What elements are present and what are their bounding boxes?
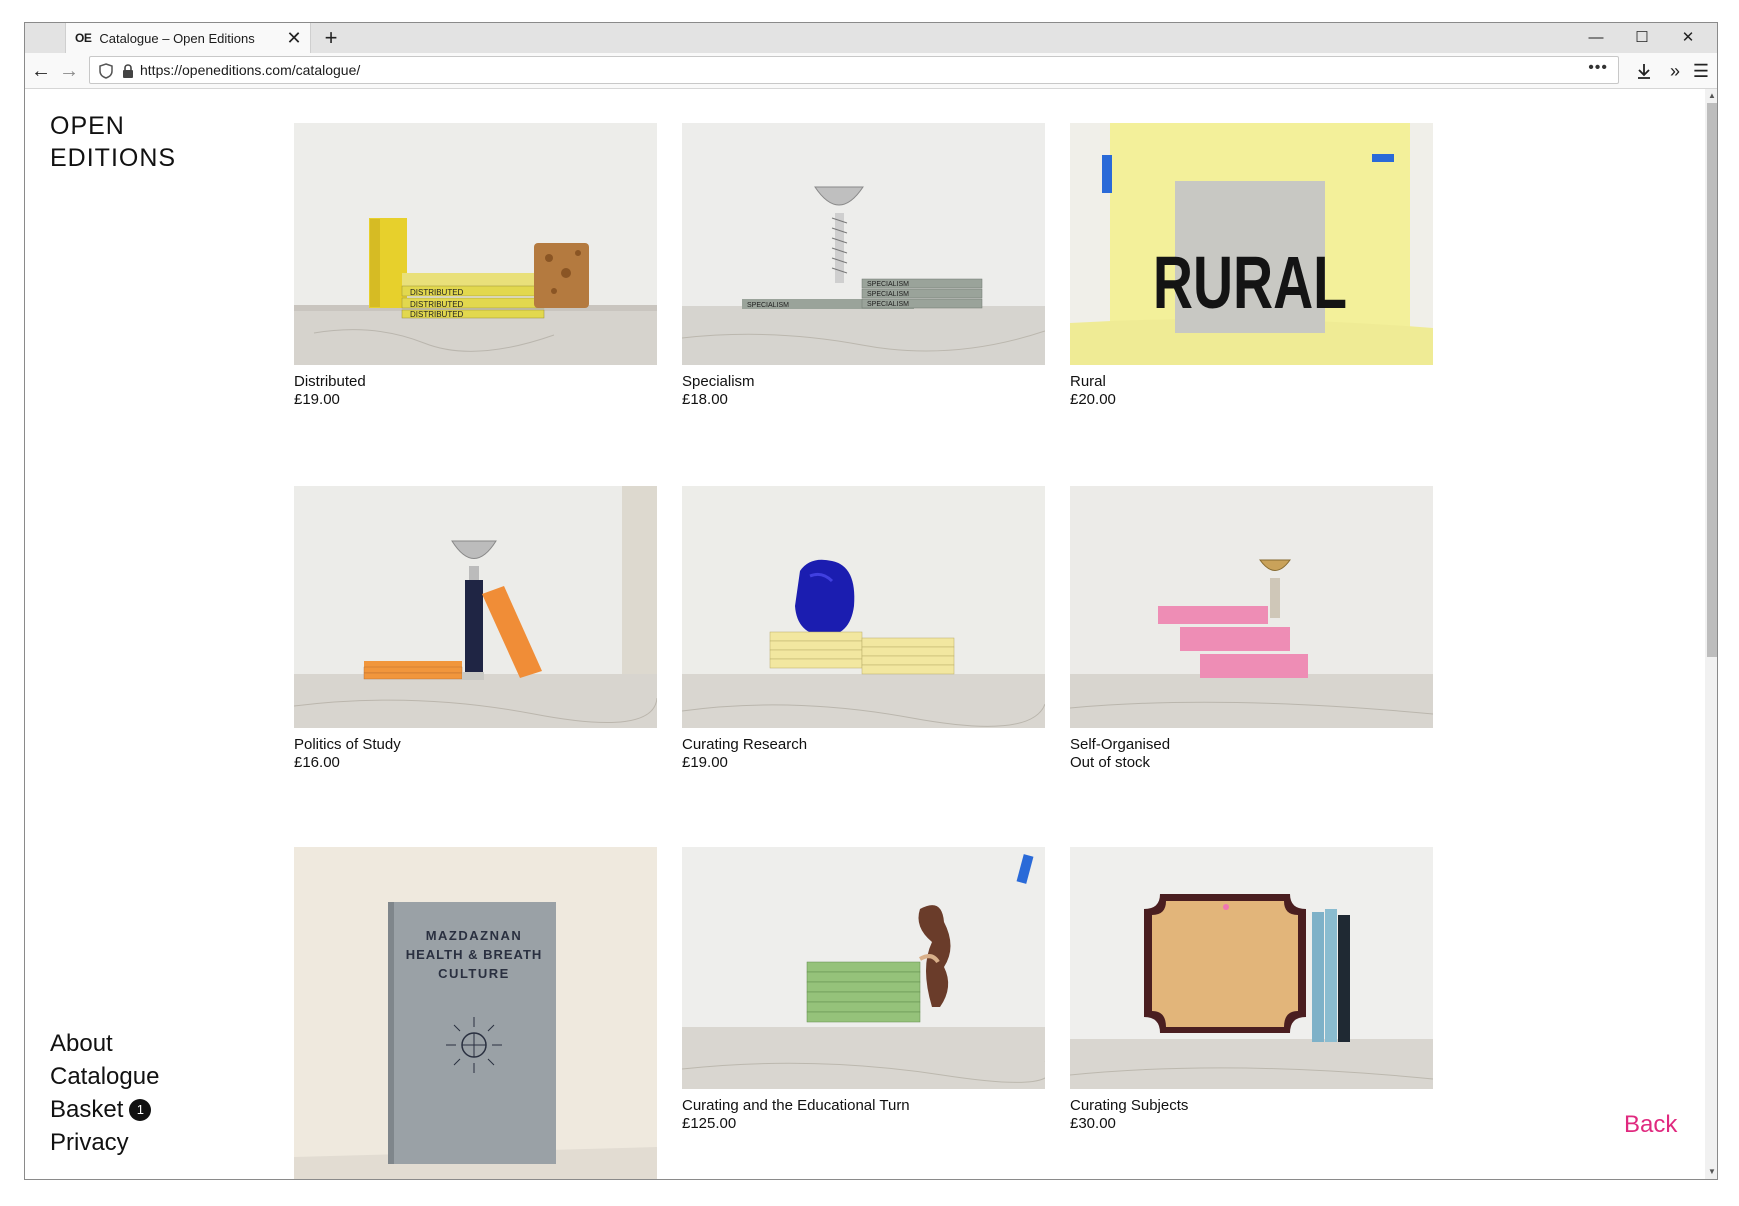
svg-text:DISTRIBUTED: DISTRIBUTED: [410, 310, 464, 319]
svg-text:DISTRIBUTED: DISTRIBUTED: [410, 288, 464, 297]
vertical-scrollbar[interactable]: ▲ ▼: [1705, 89, 1717, 1179]
product-price: £20.00: [1070, 391, 1116, 408]
logo-line-1: OPEN: [50, 112, 125, 140]
product-name[interactable]: Curating Subjects: [1070, 1097, 1433, 1115]
site-nav: About Catalogue Basket 1 Privacy: [50, 1028, 159, 1160]
book-title-line2: HEALTH & BREATH: [406, 947, 543, 962]
nav-catalogue[interactable]: Catalogue: [50, 1061, 159, 1094]
product-card[interactable]: Curating and the Educational Turn £125.0…: [682, 847, 1045, 1133]
svg-text:SPECIALISM: SPECIALISM: [867, 281, 909, 288]
tab-title: Catalogue – Open Editions: [99, 30, 255, 46]
product-card[interactable]: Curating Subjects £30.00: [1070, 847, 1433, 1133]
book-title-line1: MAZDAZNAN: [426, 928, 523, 943]
page-viewport: OPEN EDITIONS DISTRIBUTED DISTRIBUTED DI…: [25, 89, 1697, 1179]
product-image[interactable]: [682, 486, 1045, 728]
product-card[interactable]: SPECIALISM SPECIALISM SPECIALISM SPECIAL…: [682, 123, 1045, 409]
nav-about[interactable]: About: [50, 1028, 159, 1061]
tab-catalogue[interactable]: OE Catalogue – Open Editions ✕: [65, 23, 311, 53]
product-name[interactable]: Curating and the Educational Turn: [682, 1097, 1045, 1115]
product-card[interactable]: MAZDAZNAN HEALTH & BREATH CULTURE: [294, 847, 657, 1179]
product-image[interactable]: MAZDAZNAN HEALTH & BREATH CULTURE: [294, 847, 657, 1179]
product-image[interactable]: SPECIALISM SPECIALISM SPECIALISM SPECIAL…: [682, 123, 1045, 365]
nav-privacy[interactable]: Privacy: [50, 1127, 159, 1160]
product-card[interactable]: Politics of Study £16.00: [294, 486, 657, 772]
svg-text:SPECIALISM: SPECIALISM: [867, 291, 909, 298]
product-image[interactable]: DISTRIBUTED DISTRIBUTED DISTRIBUTED: [294, 123, 657, 365]
product-image[interactable]: [682, 847, 1045, 1089]
back-arrow-icon[interactable]: ←: [27, 57, 55, 85]
back-link[interactable]: Back: [1624, 1111, 1677, 1139]
scroll-down-icon[interactable]: ▼: [1705, 1165, 1717, 1179]
favicon: OE: [75, 31, 92, 45]
product-card[interactable]: RURAL Rural £20.00: [1070, 123, 1433, 409]
new-tab-button[interactable]: +: [317, 24, 345, 52]
address-bar[interactable]: https://openeditions.com/catalogue/ •••: [89, 56, 1619, 84]
url-text: https://openeditions.com/catalogue/: [140, 62, 361, 78]
menu-icon[interactable]: ☰: [1687, 57, 1715, 85]
product-name[interactable]: Politics of Study: [294, 736, 657, 754]
product-price: £19.00: [294, 391, 340, 408]
product-price: £19.00: [682, 754, 728, 771]
product-image[interactable]: [1070, 486, 1433, 728]
book-title-line3: CULTURE: [438, 966, 510, 981]
logo-line-2: EDITIONS: [50, 144, 177, 172]
svg-text:SPECIALISM: SPECIALISM: [867, 301, 909, 308]
product-price: £16.00: [294, 754, 340, 771]
scroll-thumb[interactable]: [1707, 103, 1717, 657]
product-image[interactable]: [1070, 847, 1433, 1089]
product-card[interactable]: Self-Organised Out of stock: [1070, 486, 1433, 772]
rural-cover-title: RURAL: [1153, 241, 1347, 324]
product-price: Out of stock: [1070, 754, 1151, 771]
product-name[interactable]: Curating Research: [682, 736, 1045, 754]
product-price: £30.00: [1070, 1115, 1116, 1132]
product-card[interactable]: DISTRIBUTED DISTRIBUTED DISTRIBUTED Dist…: [294, 123, 657, 409]
window-close-icon[interactable]: ✕: [1665, 23, 1711, 53]
basket-count-badge: 1: [129, 1099, 152, 1121]
site-logo[interactable]: OPEN EDITIONS: [50, 110, 176, 174]
minimize-icon[interactable]: —: [1573, 23, 1619, 53]
shield-icon[interactable]: [98, 63, 114, 79]
svg-text:SPECIALISM: SPECIALISM: [747, 302, 789, 309]
nav-bar: ← → https://openeditions.com/catalogue/ …: [25, 53, 1717, 89]
forward-arrow-icon[interactable]: →: [55, 57, 83, 85]
product-name[interactable]: Rural: [1070, 373, 1433, 391]
tab-strip: OE Catalogue – Open Editions ✕ + — ☐ ✕: [25, 23, 1717, 53]
product-image[interactable]: RURAL: [1070, 123, 1433, 365]
download-icon[interactable]: [1635, 62, 1653, 80]
maximize-icon[interactable]: ☐: [1619, 23, 1665, 53]
product-price: £125.00: [682, 1115, 737, 1132]
tab-close-icon[interactable]: ✕: [282, 28, 306, 49]
svg-text:DISTRIBUTED: DISTRIBUTED: [410, 300, 464, 309]
product-name[interactable]: Distributed: [294, 373, 657, 391]
nav-basket-label: Basket: [50, 1096, 124, 1123]
browser-window: OE Catalogue – Open Editions ✕ + — ☐ ✕ ←…: [24, 22, 1718, 1180]
overflow-chevron-icon[interactable]: »: [1661, 57, 1689, 85]
product-card[interactable]: Curating Research £19.00: [682, 486, 1045, 772]
product-price: £18.00: [682, 391, 728, 408]
product-image[interactable]: [294, 486, 657, 728]
product-name[interactable]: Specialism: [682, 373, 1045, 391]
scroll-up-icon[interactable]: ▲: [1705, 89, 1717, 103]
product-name[interactable]: Self-Organised: [1070, 736, 1433, 754]
page-actions-icon[interactable]: •••: [1588, 59, 1608, 77]
nav-basket[interactable]: Basket 1: [50, 1094, 159, 1127]
lock-icon[interactable]: [120, 63, 136, 79]
